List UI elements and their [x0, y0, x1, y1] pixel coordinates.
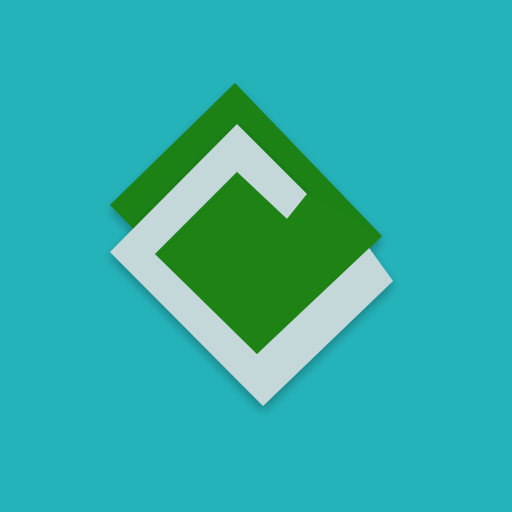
- app-icon-canvas: [0, 0, 512, 512]
- diamond-frame-logo-icon: [0, 0, 512, 512]
